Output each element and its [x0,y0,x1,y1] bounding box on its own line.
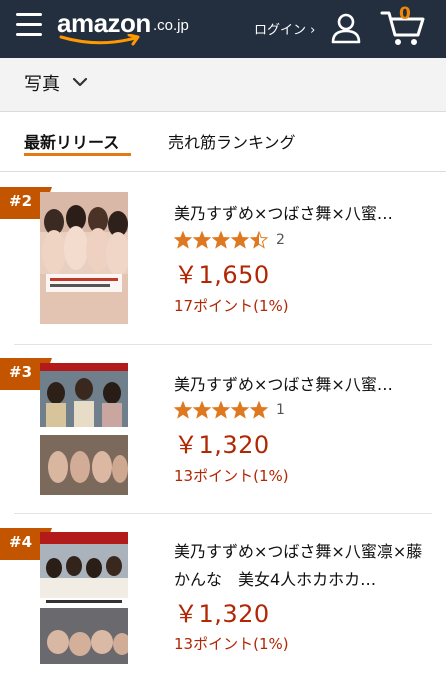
active-tab-indicator [24,153,131,156]
product-points: 13ポイント(1%) [174,467,289,485]
list-item[interactable]: #3 美乃すずめ×つばさ舞×八蜜… 1 ￥1,320 13ポイント(1%) [0,345,446,515]
list-item[interactable]: #4 美乃すずめ×つばさ舞×八蜜凛×藤かんな 美女4人ホカホカ… ￥1,320 … [0,514,446,684]
star-rating[interactable] [173,400,272,423]
product-price: ￥1,320 [174,431,270,459]
rank-label: #3 [9,363,33,381]
top-navigation-bar: amazon .co.jp ログイン › 0 [0,0,446,58]
product-points: 17ポイント(1%) [174,297,289,315]
product-image[interactable] [40,532,128,664]
rank-label: #2 [9,192,33,210]
cart-count-badge[interactable]: 0 [399,4,411,24]
login-link[interactable]: ログイン › [254,19,315,38]
product-image[interactable] [40,192,128,324]
product-price: ￥1,320 [174,600,270,628]
star-rating-icon [173,400,269,419]
list-item[interactable]: #2 美乃すずめ×つばさ舞×八蜜… 2 ￥1,650 17ポイント(1%) [0,172,446,342]
tab-new-releases[interactable]: 最新リリース [24,129,119,153]
rating-count[interactable]: 2 [276,232,285,248]
product-title[interactable]: 美乃すずめ×つばさ舞×八蜜凛×藤かんな 美女4人ホカホカ… [174,538,432,594]
product-points: 13ポイント(1%) [174,635,289,653]
user-icon[interactable] [330,12,362,44]
logo-domain: .co.jp [153,17,189,34]
rank-label: #4 [9,533,33,551]
product-title[interactable]: 美乃すずめ×つばさ舞×八蜜… [174,371,432,399]
star-rating[interactable] [173,230,272,253]
category-label: 写真 [24,74,60,95]
product-price: ￥1,650 [174,261,270,289]
tab-bar: 最新リリース 売れ筋ランキング [0,112,446,172]
chevron-down-icon [72,77,88,87]
star-rating-icon [173,230,269,249]
menu-icon[interactable] [16,13,42,37]
product-title[interactable]: 美乃すずめ×つばさ舞×八蜜… [174,200,432,228]
rating-count[interactable]: 1 [276,402,285,418]
category-selector[interactable]: 写真 [0,58,446,112]
tab-best-sellers[interactable]: 売れ筋ランキング [168,129,296,153]
smile-arrow-icon [59,34,140,46]
product-image[interactable] [40,363,128,495]
